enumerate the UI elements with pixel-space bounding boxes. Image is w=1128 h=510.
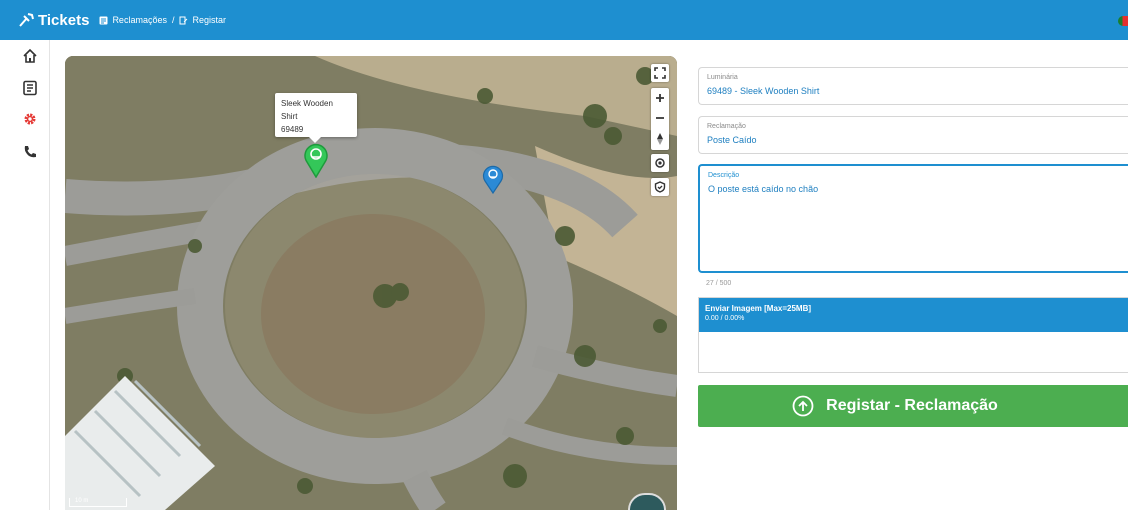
popup-name: Sleek Wooden Shirt bbox=[281, 99, 333, 121]
zoom-out-icon[interactable] bbox=[655, 113, 665, 123]
image-upload[interactable]: Enviar Imagem [Max=25MB] 0.00 / 0.00% bbox=[698, 297, 1128, 373]
tools-icon bbox=[19, 13, 34, 27]
zoom-in-icon[interactable] bbox=[655, 93, 665, 103]
shield-button[interactable] bbox=[651, 178, 669, 196]
map-marker-icon[interactable] bbox=[482, 164, 504, 194]
popup-id: 69489 bbox=[281, 125, 304, 134]
luminaria-value[interactable]: 69489 - Sleek Wooden Shirt bbox=[707, 86, 819, 96]
descricao-label: Descrição bbox=[708, 172, 740, 179]
zoom-controls bbox=[651, 88, 669, 150]
map-scale: 10 m bbox=[69, 498, 127, 507]
map-imagery bbox=[65, 56, 677, 510]
reclamacao-label: Reclamação bbox=[707, 123, 746, 130]
selected-map-marker-icon[interactable] bbox=[303, 142, 329, 178]
upload-progress: 0.00 / 0.00% bbox=[705, 315, 745, 322]
phone-icon[interactable] bbox=[22, 144, 38, 160]
fullscreen-button[interactable] bbox=[651, 64, 669, 82]
shield-icon bbox=[654, 181, 666, 193]
submit-button[interactable]: Registar - Reclamação bbox=[698, 385, 1128, 427]
sidebar bbox=[0, 40, 50, 510]
locate-icon bbox=[655, 158, 665, 168]
fullscreen-icon bbox=[654, 67, 666, 79]
locate-button[interactable] bbox=[651, 154, 669, 172]
app-title: Tickets bbox=[38, 11, 90, 29]
luminaria-popup: Sleek Wooden Shirt 69489 bbox=[275, 93, 357, 143]
character-counter: 27 / 500 bbox=[706, 280, 732, 287]
upload-circle-icon bbox=[792, 395, 814, 417]
document-edit-icon bbox=[179, 16, 188, 24]
list-icon[interactable] bbox=[22, 80, 38, 96]
breadcrumb-reclamacoes[interactable]: Reclamações bbox=[112, 15, 167, 25]
home-icon[interactable] bbox=[22, 48, 38, 64]
luminaria-field[interactable]: Luminária 69489 - Sleek Wooden Shirt bbox=[698, 67, 1128, 105]
app-brand[interactable]: Tickets bbox=[18, 12, 89, 29]
luminaria-label: Luminária bbox=[707, 74, 738, 81]
gear-icon[interactable] bbox=[22, 111, 38, 127]
breadcrumb-registar[interactable]: Registar bbox=[192, 15, 226, 25]
north-arrow-icon[interactable] bbox=[656, 133, 664, 145]
submit-label: Registar - Reclamação bbox=[826, 397, 998, 414]
reclamacao-field[interactable]: Reclamação Poste Caído bbox=[698, 116, 1128, 154]
upload-header: Enviar Imagem [Max=25MB] 0.00 / 0.00% bbox=[699, 298, 1128, 332]
descricao-textarea[interactable]: Descrição O poste está caído no chão bbox=[698, 164, 1128, 273]
satellite-map[interactable]: Sleek Wooden Shirt 69489 10 m bbox=[65, 56, 677, 510]
descricao-value[interactable]: O poste está caído no chão bbox=[708, 184, 818, 194]
portugal-flag-icon[interactable] bbox=[1118, 16, 1128, 26]
breadcrumb-separator: / bbox=[171, 15, 175, 25]
upload-title: Enviar Imagem [Max=25MB] bbox=[705, 304, 812, 313]
list-icon bbox=[99, 16, 108, 24]
top-navigation-bar: Tickets Reclamações / Registar bbox=[0, 0, 1128, 40]
breadcrumb: Reclamações / Registar bbox=[99, 15, 226, 25]
reclamacao-value[interactable]: Poste Caído bbox=[707, 135, 757, 145]
